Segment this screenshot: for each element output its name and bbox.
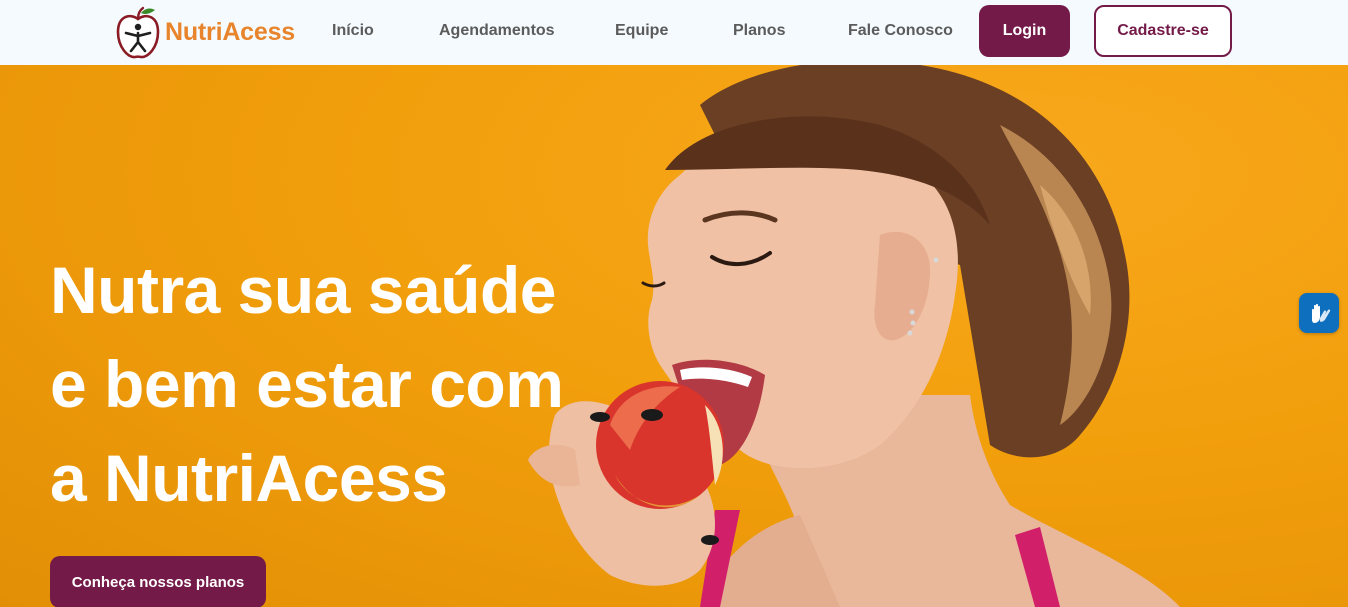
nav-link-agendamentos[interactable]: Agendamentos	[439, 22, 555, 40]
login-button[interactable]: Login	[979, 5, 1070, 57]
hero-title: Nutra sua saúde e bem estar com a NutriA…	[50, 243, 570, 525]
nav-link-equipe[interactable]: Equipe	[615, 22, 668, 40]
nav-link-inicio[interactable]: Início	[332, 22, 374, 40]
hero-title-line-2: e bem estar com	[50, 347, 564, 421]
view-plans-button[interactable]: Conheça nossos planos	[50, 556, 266, 607]
apple-person-icon	[116, 6, 160, 59]
sign-language-hands-icon	[1312, 303, 1331, 323]
nav-link-fale-conosco[interactable]: Fale Conosco	[848, 22, 953, 40]
hero-banner: Nutra sua saúde e bem estar com a NutriA…	[0, 65, 1348, 607]
top-navbar: NutriAcess Início Agendamentos Equipe Pl…	[0, 0, 1348, 65]
accessibility-widget-button[interactable]	[1299, 293, 1339, 333]
hero-title-line-3: a NutriAcess	[50, 441, 448, 515]
brand-logo-link[interactable]: NutriAcess	[115, 4, 295, 60]
nav-link-planos[interactable]: Planos	[733, 22, 785, 40]
signup-button[interactable]: Cadastre-se	[1094, 5, 1232, 57]
hero-title-line-1: Nutra sua saúde	[50, 253, 557, 327]
brand-name: NutriAcess	[165, 17, 295, 46]
